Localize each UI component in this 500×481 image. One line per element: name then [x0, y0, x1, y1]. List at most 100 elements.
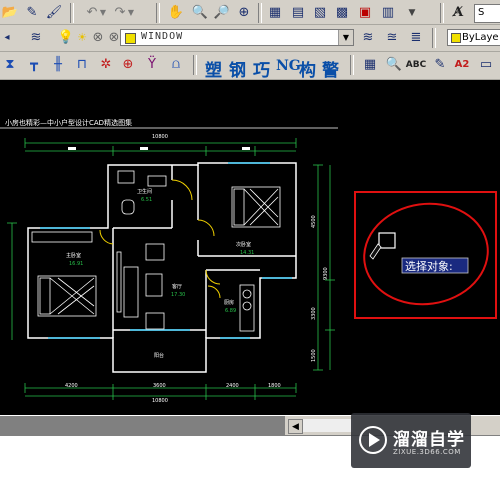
- standard-toolbar: 📂 ✎ 🖌 ↶ ▼ ↷ ▼ ✋ 🔍 🔎 ⊕ ▦ ▤ ▧ ▩ ▣ ▥ ▼ A̸ S: [0, 0, 500, 25]
- color-control-combo[interactable]: ByLaye: [447, 29, 500, 46]
- drawing-canvas[interactable]: 小房也精彩—中小户型设计CAD精选图集 10800 4200 3600 2400…: [0, 80, 500, 415]
- separator: [440, 3, 444, 23]
- separator: [258, 3, 262, 23]
- dim-top-total: 10800: [152, 134, 168, 140]
- dim-right-3: 1500: [311, 349, 317, 362]
- layer-states-icon[interactable]: ≣: [406, 28, 426, 47]
- room-label-living-room: 客厅: [172, 283, 182, 290]
- label-ng[interactable]: NG: [276, 58, 301, 74]
- play-logo-icon: [359, 426, 387, 454]
- red-highlight-box: [354, 191, 497, 319]
- room-area-master-bedroom: 16.91: [69, 261, 83, 267]
- watermark-url: ZIXUE.3D66.COM: [393, 448, 461, 456]
- find-icon[interactable]: 🔍: [384, 55, 404, 74]
- undo-dropdown-icon[interactable]: ▼: [98, 3, 108, 22]
- text-style-icon[interactable]: A̸: [448, 3, 468, 22]
- room-label-kitchen: 厨房: [224, 299, 234, 306]
- model-layout-tabs-area: [0, 416, 285, 435]
- dim-bottom-4: 1800: [268, 383, 281, 389]
- horizontal-scrollbar-track[interactable]: [303, 419, 353, 432]
- room-label-master-bedroom: 主卧室: [66, 252, 81, 259]
- properties-icon[interactable]: ▦: [265, 3, 285, 22]
- redo-dropdown-icon[interactable]: ▼: [126, 3, 136, 22]
- kitchen-fixtures: [239, 284, 255, 332]
- living-furniture: [116, 243, 165, 330]
- label-塑[interactable]: 塑: [205, 56, 222, 81]
- layer-manager-icon[interactable]: ≋: [26, 28, 46, 47]
- bed-master: [31, 231, 97, 317]
- beam-tool-icon[interactable]: ┳: [24, 55, 44, 74]
- room-label-secondary-bedroom: 次卧室: [236, 241, 251, 248]
- floor-plan-drawing: 小房也精彩—中小户型设计CAD精选图集 10800 4200 3600 2400…: [0, 118, 497, 404]
- dynamic-input-prompt: 选择对象:: [405, 259, 453, 273]
- brush-icon[interactable]: 🖌: [44, 3, 64, 22]
- scale-text-icon[interactable]: A2: [452, 55, 472, 74]
- filter-tool-icon[interactable]: Ϋ: [142, 55, 162, 74]
- pickbox-cursor: [378, 232, 396, 249]
- pan-icon[interactable]: ✋: [166, 3, 186, 22]
- dim-bottom-3: 2400: [226, 383, 239, 389]
- markup-icon[interactable]: ▣: [355, 3, 375, 22]
- bed-secondary: [231, 186, 281, 228]
- zoom-window-icon[interactable]: 🔎: [212, 3, 232, 22]
- toolbar-dropdown-icon[interactable]: ▼: [406, 3, 418, 22]
- separator: [432, 28, 436, 48]
- watermark-brand: 溜溜自学: [393, 430, 465, 450]
- justify-text-icon[interactable]: ▭: [476, 55, 496, 74]
- red-circle-markup: [363, 202, 489, 306]
- dim-right-2: 3300: [311, 307, 317, 320]
- stair-tool-icon[interactable]: ✲: [96, 55, 116, 74]
- layer-combo[interactable]: WINDOW ▼: [120, 29, 354, 46]
- door-tool-icon[interactable]: ⊓: [72, 55, 92, 74]
- color-control-value: ByLaye: [462, 32, 499, 43]
- open-icon[interactable]: 📂: [0, 3, 20, 22]
- label-警[interactable]: 警: [322, 56, 339, 81]
- watermark: 溜溜自学 ZIXUE.3D66.COM: [351, 413, 471, 468]
- custom-toolbar: ⧗ ┳ ╫ ⊓ ✲ ⊕ Ϋ ⩍ 塑 钢 巧 NG 构 警 ▦ 🔍 ABC ✎ A…: [0, 52, 500, 81]
- room-area-secondary-bedroom: 14.31: [240, 250, 254, 256]
- dim-right-total: 9300: [323, 267, 329, 280]
- tool-palettes-icon[interactable]: ▧: [310, 3, 330, 22]
- chevron-down-icon[interactable]: ▼: [338, 30, 353, 45]
- zoom-previous-icon[interactable]: ⊕: [234, 3, 254, 22]
- room-label-balcony: 阳台: [154, 352, 164, 359]
- dim-bottom-total: 10800: [152, 398, 168, 404]
- color-swatch: [451, 33, 461, 43]
- sheet-set-icon[interactable]: ▩: [332, 3, 352, 22]
- pencil-icon[interactable]: ✎: [22, 3, 42, 22]
- layer-previous-icon[interactable]: ≊: [382, 28, 402, 47]
- scroll-left-button[interactable]: ◀: [288, 419, 303, 434]
- drawing-title: 小房也精彩—中小户型设计CAD精选图集: [5, 118, 132, 127]
- column-tool-icon[interactable]: ╫: [48, 55, 68, 74]
- text-style-value: S: [478, 7, 485, 18]
- label-构[interactable]: 构: [299, 56, 316, 81]
- calculator-icon[interactable]: ▥: [378, 3, 398, 22]
- toolbar-grip-icon: ◂: [4, 32, 10, 43]
- pencil-cursor-icon: [369, 243, 382, 260]
- room-label-bathroom: 卫生间: [137, 188, 152, 195]
- dim-right-1: 4500: [311, 215, 317, 228]
- separator: [350, 55, 354, 75]
- separator: [156, 3, 160, 23]
- wall-tool-icon[interactable]: ⧗: [0, 55, 20, 74]
- room-area-bathroom: 6.51: [141, 197, 152, 203]
- target-tool-icon[interactable]: ⊕: [118, 55, 138, 74]
- label-钢[interactable]: 钢: [229, 56, 246, 81]
- separator: [193, 55, 197, 75]
- label-巧[interactable]: 巧: [253, 56, 270, 81]
- spell-check-icon[interactable]: ABC: [404, 55, 428, 74]
- table-icon[interactable]: ▦: [360, 55, 380, 74]
- zoom-realtime-icon[interactable]: 🔍: [190, 3, 210, 22]
- text-style-combo[interactable]: S: [474, 4, 500, 23]
- layers-toolbar: ◂ ≋ 💡 ☀ ⊗ ⊗ WINDOW ▼ ≋ ≊ ≣ ByLaye: [0, 25, 500, 52]
- separator: [70, 3, 74, 23]
- frame-tool-icon[interactable]: ⩍: [166, 55, 186, 74]
- room-area-kitchen: 6.89: [225, 308, 236, 314]
- dim-bottom-2: 3600: [153, 383, 166, 389]
- design-center-icon[interactable]: ▤: [288, 3, 308, 22]
- dim-bottom-1: 4200: [65, 383, 78, 389]
- text-edit-icon[interactable]: ✎: [430, 55, 450, 74]
- layer-color-swatch: [125, 33, 136, 44]
- make-object-layer-current-icon[interactable]: ≋: [358, 28, 378, 47]
- layer-name: WINDOW: [141, 31, 184, 42]
